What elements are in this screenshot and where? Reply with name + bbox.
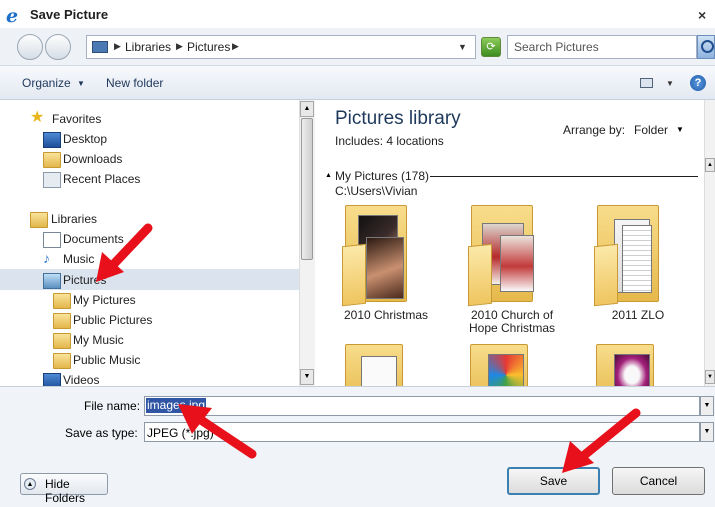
libraries-icon xyxy=(30,212,48,228)
chevron-down-icon[interactable]: ▼ xyxy=(666,79,674,88)
file-name-value[interactable]: images.jpg xyxy=(146,398,207,413)
arrange-by-dropdown[interactable]: Folder xyxy=(634,123,668,137)
chevron-down-icon[interactable]: ▼ xyxy=(77,79,85,88)
documents-icon xyxy=(43,232,61,248)
forward-button[interactable] xyxy=(45,34,71,60)
close-button[interactable]: × xyxy=(698,7,715,24)
save-button[interactable]: Save xyxy=(507,467,600,495)
file-name-input[interactable] xyxy=(144,396,700,416)
folder-icon xyxy=(53,353,71,369)
library-title: Pictures library xyxy=(335,108,461,129)
view-options-icon[interactable] xyxy=(640,78,653,88)
scroll-up-icon[interactable]: ▲ xyxy=(705,158,715,172)
folder-thumbnail[interactable] xyxy=(340,205,420,307)
nav-item-documents[interactable]: Documents xyxy=(43,229,124,249)
folder-thumbnail[interactable] xyxy=(466,205,546,307)
help-icon[interactable]: ? xyxy=(690,75,706,91)
downloads-icon xyxy=(43,152,61,168)
folder-icon xyxy=(53,333,71,349)
content-scrollbar[interactable] xyxy=(704,100,715,386)
nav-item-videos[interactable]: Videos xyxy=(43,370,99,386)
save-as-type-label: Save as type: xyxy=(65,426,138,440)
address-history-dropdown-icon[interactable]: ▼ xyxy=(458,42,467,52)
folder-thumbnail[interactable] xyxy=(470,342,530,386)
recent-places-icon xyxy=(43,172,61,188)
nav-item-libraries[interactable]: Libraries xyxy=(30,209,97,229)
search-icon[interactable] xyxy=(697,35,715,59)
nav-item-public-music[interactable]: Public Music xyxy=(53,350,140,370)
library-includes: Includes: 4 locations xyxy=(335,134,444,148)
nav-item-downloads[interactable]: Downloads xyxy=(43,149,122,169)
folder-thumbnail[interactable] xyxy=(345,342,405,386)
scroll-down-icon[interactable]: ▼ xyxy=(300,369,314,385)
folder-thumbnail[interactable] xyxy=(596,342,656,386)
nav-item-my-pictures[interactable]: My Pictures xyxy=(53,290,136,310)
refresh-button[interactable]: ⟳ xyxy=(481,37,501,57)
group-divider xyxy=(430,176,698,177)
music-icon: ♪ xyxy=(43,250,50,266)
videos-icon xyxy=(43,373,61,386)
breadcrumb-arrow-icon[interactable]: ▶ xyxy=(114,41,121,52)
nav-item-pictures[interactable]: Pictures xyxy=(43,270,106,290)
breadcrumb-arrow-icon[interactable]: ▶ xyxy=(176,41,183,52)
nav-item-my-music[interactable]: My Music xyxy=(53,330,124,350)
new-folder-button[interactable]: New folder xyxy=(106,76,163,90)
nav-item-public-pictures[interactable]: Public Pictures xyxy=(53,310,152,330)
scroll-thumb[interactable] xyxy=(301,118,313,260)
folder-label-text: 2011 ZLO xyxy=(611,308,665,322)
breadcrumb-arrow-icon[interactable]: ▶ xyxy=(232,41,239,52)
save-as-type-select[interactable]: JPEG (*.jpg) xyxy=(144,422,700,442)
scroll-up-icon[interactable]: ▲ xyxy=(300,101,314,117)
folder-label[interactable]: 2010 Church of Hope Christmas xyxy=(457,309,567,335)
window-title: Save Picture xyxy=(30,7,109,22)
folder-icon xyxy=(53,313,71,329)
desktop-icon xyxy=(43,132,61,148)
ie-logo-icon: e xyxy=(6,6,18,24)
breadcrumb-pictures[interactable]: Pictures xyxy=(187,40,230,54)
pictures-icon xyxy=(43,273,61,289)
svg-text:e: e xyxy=(6,6,18,24)
arrange-by-label: Arrange by: xyxy=(563,123,626,137)
folder-label[interactable]: 2011 ZLO xyxy=(583,309,693,322)
chevron-down-icon[interactable]: ▼ xyxy=(700,422,714,442)
collapse-group-icon[interactable]: ▲ xyxy=(325,172,332,179)
nav-item-favorites[interactable]: ★ Favorites xyxy=(30,109,101,129)
nav-item-desktop[interactable]: Desktop xyxy=(43,129,107,149)
library-icon xyxy=(92,41,108,53)
group-path: C:\Users\Vivian xyxy=(335,184,418,198)
chevron-down-icon[interactable]: ▼ xyxy=(676,125,684,134)
back-button[interactable] xyxy=(17,34,43,60)
includes-label: Includes: xyxy=(335,134,384,148)
folder-label[interactable]: 2010 Christmas xyxy=(331,309,441,322)
scroll-down-icon[interactable]: ▼ xyxy=(705,370,715,384)
star-icon: ★ xyxy=(30,109,45,126)
collapse-up-icon[interactable]: ▲ xyxy=(24,478,36,490)
organize-button[interactable]: Organize xyxy=(22,76,71,90)
file-name-label: File name: xyxy=(84,399,141,413)
group-header[interactable]: My Pictures (178) xyxy=(335,169,429,183)
locations-link[interactable]: 4 locations xyxy=(386,134,443,148)
chevron-down-icon[interactable]: ▼ xyxy=(700,396,714,416)
search-input[interactable]: Search Pictures xyxy=(507,35,697,59)
breadcrumb-libraries[interactable]: Libraries xyxy=(125,40,171,54)
nav-item-recent-places[interactable]: Recent Places xyxy=(43,169,140,189)
nav-item-music[interactable]: ♪ Music xyxy=(43,249,94,269)
folder-icon xyxy=(53,293,71,309)
cancel-button[interactable]: Cancel xyxy=(612,467,705,495)
folder-thumbnail[interactable] xyxy=(592,205,672,307)
